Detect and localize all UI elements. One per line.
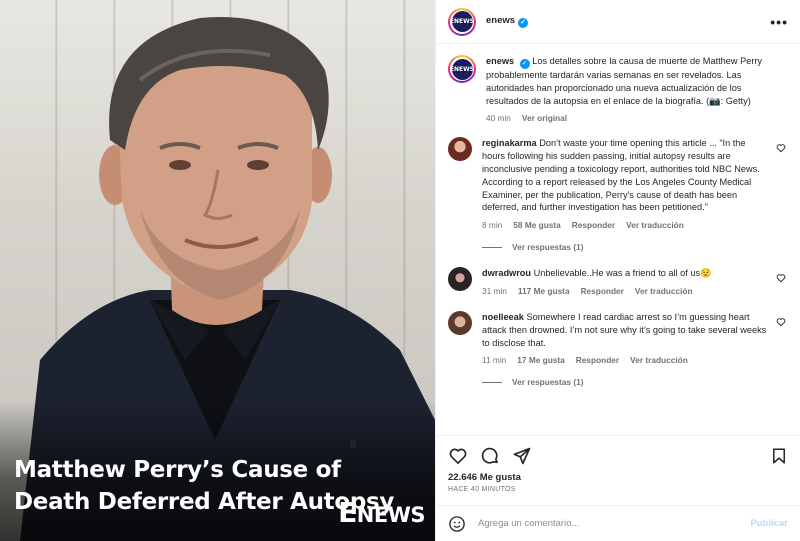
logo-e: E [338,496,357,529]
logo-news: NEWS [356,503,426,527]
comment-item: noelleeak Somewhere I read cardiac arres… [448,310,788,365]
caption-avatar-logo: ENEWS [450,58,474,80]
view-replies-label: Ver respuestas (1) [512,242,584,253]
comment-text: noelleeak Somewhere I read cardiac arres… [482,311,768,349]
comment-username[interactable]: noelleeak [482,312,524,322]
comment-meta: 11 min 17 Me gusta Responder Ver traducc… [482,355,768,365]
comment-meta: 8 min 58 Me gusta Responder Ver traducci… [482,220,768,230]
view-replies-label: Ver respuestas (1) [512,377,584,388]
instagram-post: Matthew Perry’s Cause of Death Deferred … [0,0,800,541]
action-bar [436,435,800,475]
see-original-link[interactable]: Ver original [522,113,567,123]
comment-item: dwradwrou Unbelievable..He was a friend … [448,267,788,296]
reply-button[interactable]: Responder [572,220,615,230]
post-timestamp: HACE 40 MINUTOS [448,486,516,493]
see-translation-link[interactable]: Ver traducción [626,220,684,230]
comment-likes[interactable]: 17 Me gusta [517,355,565,365]
caption-time[interactable]: 40 min [486,113,511,123]
comment-item: reginakarma Don’t waste your time openin… [448,137,788,230]
comment-time[interactable]: 31 min [482,286,507,296]
commenter-avatar[interactable] [448,137,472,162]
comment-body: Somewhere I read cardiac arrest so I’m g… [482,311,767,348]
see-translation-link[interactable]: Ver traducción [630,355,688,365]
commenter-avatar[interactable] [448,310,472,335]
comment-username[interactable]: reginakarma [482,138,537,148]
commenter-avatar[interactable] [448,267,472,292]
caption-meta: 40 min Ver original [486,113,768,123]
caption-username[interactable]: enews [486,56,514,66]
comment-time[interactable]: 8 min [482,220,502,230]
see-translation-link[interactable]: Ver traducción [635,286,693,296]
comment-username[interactable]: dwradwrou [482,268,531,278]
comment-heart-icon[interactable] [776,143,786,153]
publish-button[interactable]: Publicar [751,518,789,529]
comment-body: Unbelievable..He was a friend to all of … [533,268,712,279]
more-options-icon[interactable]: ••• [770,14,788,30]
comment-likes[interactable]: 117 Me gusta [518,286,570,296]
comment-meta: 31 min 117 Me gusta Responder Ver traduc… [482,286,768,296]
header-username-text: enews [486,15,516,26]
comment-heart-icon[interactable] [776,317,786,327]
caption-text: enews ✓ Los detalles sobre la causa de m… [486,55,768,107]
comment-text: reginakarma Don’t waste your time openin… [482,137,768,214]
comment-input[interactable] [478,518,751,529]
post-image[interactable]: Matthew Perry’s Cause of Death Deferred … [0,0,435,541]
share-icon[interactable] [512,446,532,466]
view-replies[interactable]: Ver respuestas (1) [482,242,788,252]
header-avatar[interactable]: ENEWS [448,7,476,36]
comment-time[interactable]: 11 min [482,355,506,365]
caption: ENEWS enews ✓ Los detalles sobre la caus… [448,55,788,123]
post-header: ENEWS enews ✓ ••• [436,0,800,44]
comment-composer: Publicar [436,505,800,541]
bookmark-icon[interactable] [770,446,788,466]
header-username[interactable]: enews ✓ [486,15,529,28]
verified-badge-icon: ✓ [519,59,530,69]
like-count[interactable]: 22.646 Me gusta [448,472,521,483]
comment-likes[interactable]: 58 Me gusta [513,220,561,230]
emoji-icon[interactable] [448,515,466,533]
comments-list[interactable]: ENEWS enews ✓ Los detalles sobre la caus… [436,45,800,430]
enews-logo: ENEWS [338,496,425,529]
verified-badge-icon: ✓ [518,18,529,28]
post-sidebar: ENEWS enews ✓ ••• ENEWS enews ✓ Los detal… [435,0,800,541]
comment-body: Don’t waste your time opening this artic… [482,138,760,213]
comment-text: dwradwrou Unbelievable..He was a friend … [482,267,768,280]
comment-icon[interactable] [480,446,500,466]
reply-button[interactable]: Responder [581,286,624,296]
avatar-logo: ENEWS [450,11,474,32]
comment-heart-icon[interactable] [776,273,786,283]
heart-icon[interactable] [448,446,468,466]
caption-avatar[interactable]: ENEWS [448,55,476,83]
view-replies[interactable]: Ver respuestas (1) [482,377,788,387]
reply-button[interactable]: Responder [576,355,619,365]
